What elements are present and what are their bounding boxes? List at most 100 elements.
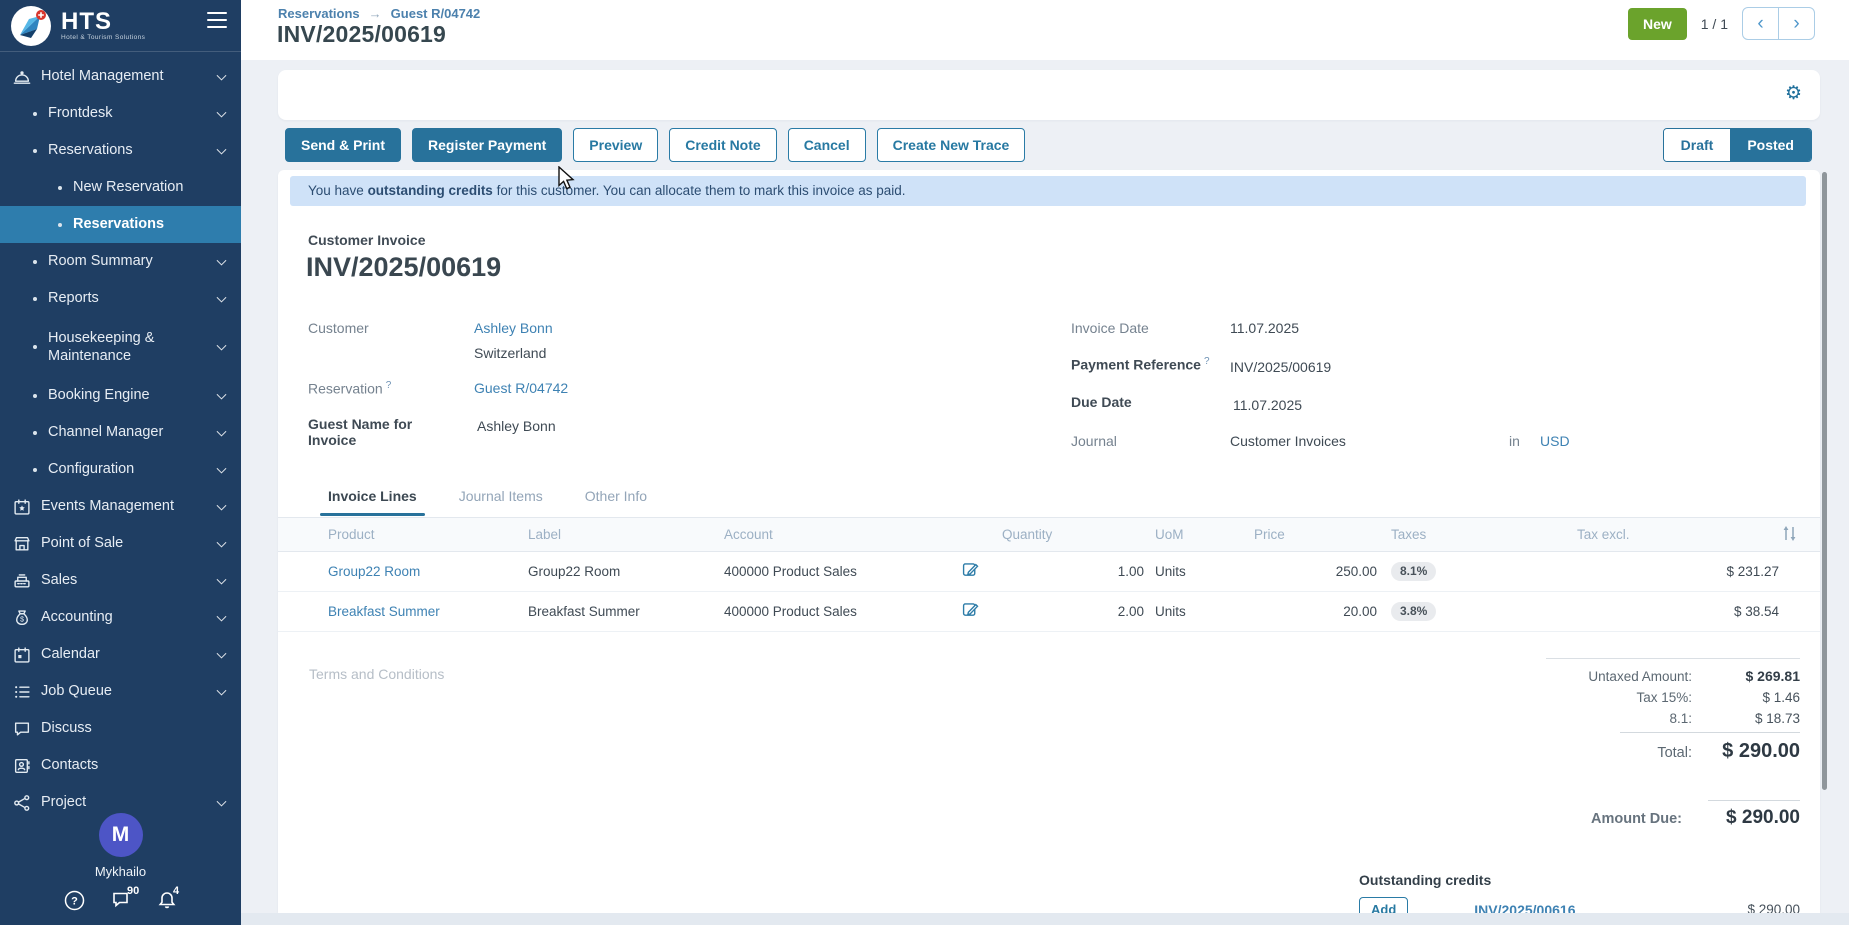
avatar[interactable]: M	[99, 813, 143, 857]
vertical-scrollbar[interactable]	[1822, 172, 1827, 790]
due-date-value[interactable]: 11.07.2025	[1233, 397, 1302, 413]
sidebar-item-label: Discuss	[41, 719, 92, 737]
col-label[interactable]: Label	[528, 518, 724, 551]
sidebar-item-new-reservation[interactable]: New Reservation	[0, 169, 241, 206]
notifications-bell-icon[interactable]: 4	[157, 890, 177, 915]
tab-invoice-lines[interactable]: Invoice Lines	[328, 488, 417, 516]
sidebar-item-label: Channel Manager	[48, 423, 163, 441]
sidebar-item-channel-manager[interactable]: Channel Manager	[0, 414, 241, 451]
sidebar-item-label: Housekeeping & Maintenance	[48, 329, 180, 365]
sidebar-item-housekeeping-maintenance[interactable]: Housekeeping & Maintenance	[0, 317, 241, 377]
outstanding-credit-link[interactable]: INV/2025/00616	[1474, 902, 1575, 914]
sidebar-item-sales[interactable]: Sales	[0, 562, 241, 599]
line-label[interactable]: Breakfast Summer	[528, 591, 724, 631]
sidebar-item-reports[interactable]: Reports	[0, 280, 241, 317]
customer-link[interactable]: Ashley Bonn	[474, 320, 553, 336]
breadcrumb-reservations[interactable]: Reservations	[278, 6, 360, 21]
svg-text:$: $	[20, 616, 24, 623]
currency-link[interactable]: USD	[1540, 433, 1570, 449]
status-draft[interactable]: Draft	[1664, 129, 1731, 161]
create-new-trace-button[interactable]: Create New Trace	[877, 128, 1026, 162]
send-print-button[interactable]: Send & Print	[285, 128, 401, 162]
bullet-icon	[58, 223, 62, 227]
line-price[interactable]: 250.00	[1254, 551, 1377, 591]
pager-previous-button[interactable]: ‹	[1742, 7, 1779, 40]
help-icon[interactable]: ?	[64, 890, 85, 916]
register-payment-button[interactable]: Register Payment	[412, 128, 562, 162]
line-uom[interactable]: Units	[1144, 591, 1254, 631]
col-product[interactable]: Product	[278, 518, 528, 551]
menu-toggle-icon[interactable]	[207, 12, 227, 28]
total-label: Total:	[1657, 745, 1692, 761]
sidebar-item-label: Sales	[41, 571, 77, 589]
sidebar-item-accounting[interactable]: $ Accounting	[0, 599, 241, 636]
col-quantity[interactable]: Quantity	[1002, 518, 1144, 551]
sidebar-item-label: Accounting	[41, 608, 113, 626]
sidebar-item-job-queue[interactable]: Job Queue	[0, 673, 241, 710]
sidebar-item-reservations-list[interactable]: Reservations	[0, 206, 241, 243]
totals-divider	[1620, 732, 1800, 733]
product-link[interactable]: Group22 Room	[328, 564, 420, 579]
status-posted[interactable]: Posted	[1730, 129, 1811, 161]
customer-label: Customer	[308, 320, 369, 336]
gear-icon[interactable]: ⚙	[1785, 83, 1802, 106]
action-buttons: Send & Print Register Payment Preview Cr…	[285, 128, 1025, 162]
line-label[interactable]: Group22 Room	[528, 551, 724, 591]
outstanding-credits-alert: You have outstanding credits for this cu…	[290, 176, 1806, 206]
col-price[interactable]: Price	[1254, 518, 1377, 551]
table-row[interactable]: Group22 Room Group22 Room 400000 Product…	[278, 551, 1820, 591]
sidebar-item-booking-engine[interactable]: Booking Engine	[0, 377, 241, 414]
chevron-down-icon	[217, 648, 227, 658]
sidebar-item-calendar[interactable]: Calendar	[0, 636, 241, 673]
sidebar: HTS Hotel & Tourism Solutions Hotel Mana…	[0, 0, 241, 925]
sidebar-item-label: Job Queue	[41, 682, 112, 700]
line-account[interactable]: 400000 Product Sales	[724, 591, 962, 631]
sidebar-item-reservations[interactable]: Reservations	[0, 132, 241, 169]
payment-reference-value[interactable]: INV/2025/00619	[1230, 359, 1331, 375]
col-account[interactable]: Account	[724, 518, 962, 551]
sidebar-item-hotel-management[interactable]: Hotel Management	[0, 58, 241, 95]
optional-columns-icon[interactable]	[1781, 526, 1798, 546]
col-uom[interactable]: UoM	[1144, 518, 1254, 551]
calendar-star-icon	[13, 498, 31, 516]
amount-due-label: Amount Due:	[1591, 811, 1682, 827]
invoice-date-value[interactable]: 11.07.2025	[1230, 320, 1299, 336]
edit-account-icon[interactable]	[962, 601, 979, 621]
bullet-icon	[33, 431, 37, 435]
pager-next-button[interactable]: ›	[1778, 7, 1815, 40]
sidebar-item-events-management[interactable]: Events Management	[0, 488, 241, 525]
guest-name-value[interactable]: Ashley Bonn	[477, 418, 556, 434]
sidebar-item-discuss[interactable]: Discuss	[0, 710, 241, 747]
main-area: Reservations→Guest R/04742 INV/2025/0061…	[241, 0, 1849, 925]
chevron-down-icon	[217, 537, 227, 547]
product-link[interactable]: Breakfast Summer	[328, 604, 440, 619]
customer-country: Switzerland	[474, 345, 546, 361]
credit-note-button[interactable]: Credit Note	[669, 128, 776, 162]
terms-placeholder[interactable]: Terms and Conditions	[309, 666, 444, 682]
cancel-button[interactable]: Cancel	[788, 128, 866, 162]
edit-account-icon[interactable]	[962, 561, 979, 581]
tab-other-info[interactable]: Other Info	[585, 488, 647, 516]
new-button[interactable]: New	[1628, 8, 1687, 40]
page-title: INV/2025/00619	[277, 21, 446, 48]
add-credit-button[interactable]: Add	[1359, 897, 1408, 913]
col-taxes[interactable]: Taxes	[1377, 518, 1577, 551]
tab-journal-items[interactable]: Journal Items	[459, 488, 543, 516]
line-quantity[interactable]: 1.00	[1002, 551, 1144, 591]
journal-value[interactable]: Customer Invoices	[1230, 433, 1346, 449]
table-row[interactable]: Breakfast Summer Breakfast Summer 400000…	[278, 591, 1820, 631]
sidebar-item-frontdesk[interactable]: Frontdesk	[0, 95, 241, 132]
sidebar-item-room-summary[interactable]: Room Summary	[0, 243, 241, 280]
sidebar-item-point-of-sale[interactable]: Point of Sale	[0, 525, 241, 562]
sidebar-item-contacts[interactable]: Contacts	[0, 747, 241, 784]
line-uom[interactable]: Units	[1144, 551, 1254, 591]
line-price[interactable]: 20.00	[1254, 591, 1377, 631]
preview-button[interactable]: Preview	[573, 128, 658, 162]
sidebar-item-configuration[interactable]: Configuration	[0, 451, 241, 488]
messages-icon[interactable]: 90	[111, 890, 131, 914]
reservation-label: Reservation?	[308, 380, 391, 397]
line-account[interactable]: 400000 Product Sales	[724, 551, 962, 591]
line-quantity[interactable]: 2.00	[1002, 591, 1144, 631]
breadcrumb-guest[interactable]: Guest R/04742	[391, 6, 481, 21]
reservation-link[interactable]: Guest R/04742	[474, 380, 568, 396]
